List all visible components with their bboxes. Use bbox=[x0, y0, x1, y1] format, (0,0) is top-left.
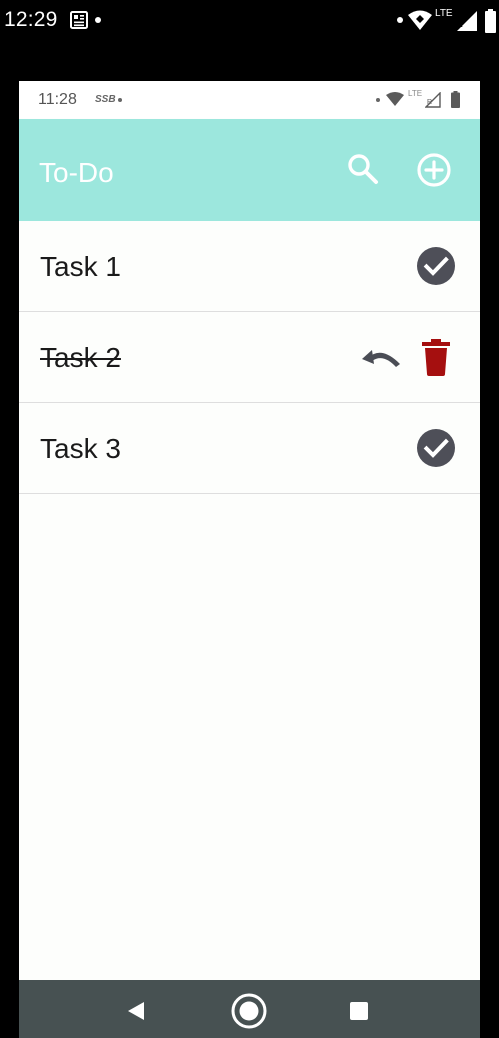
app-battery-icon bbox=[451, 91, 460, 108]
app-status-dot-icon bbox=[118, 98, 122, 102]
app-screen: 11:28 SSB LTE R To-Do Task 1 Task 2 Task… bbox=[19, 81, 480, 1010]
notification-news-icon bbox=[70, 11, 88, 29]
app-roaming-label: R bbox=[427, 99, 433, 106]
app-lte-label: LTE bbox=[408, 89, 423, 98]
complete-task-button[interactable] bbox=[416, 246, 456, 286]
lte-label: LTE bbox=[435, 8, 453, 19]
task-row[interactable]: Task 3 bbox=[19, 403, 480, 494]
undo-task-button[interactable] bbox=[359, 339, 403, 375]
search-button[interactable] bbox=[343, 149, 383, 189]
search-icon bbox=[348, 154, 378, 184]
wifi-icon bbox=[408, 10, 432, 30]
home-button[interactable] bbox=[230, 992, 268, 1030]
add-task-button[interactable] bbox=[414, 150, 454, 190]
status-dot-icon bbox=[397, 17, 403, 23]
app-status-dot-icon bbox=[376, 98, 380, 102]
app-status-clock: 11:28 bbox=[38, 91, 77, 108]
task-row[interactable]: Task 1 bbox=[19, 221, 480, 312]
delete-task-button[interactable] bbox=[421, 336, 451, 376]
battery-icon bbox=[485, 9, 496, 33]
trash-icon bbox=[422, 339, 450, 376]
app-toolbar: To-Do bbox=[19, 119, 480, 221]
check-circle-icon bbox=[417, 247, 455, 285]
task-row[interactable]: Task 2 bbox=[19, 312, 480, 403]
back-triangle-icon bbox=[128, 1002, 144, 1020]
undo-icon bbox=[362, 350, 400, 367]
task-label: Task 3 bbox=[40, 433, 121, 464]
add-circle-icon bbox=[417, 153, 451, 187]
complete-task-button[interactable] bbox=[416, 428, 456, 468]
roaming-label: R bbox=[457, 20, 463, 29]
task-label: Task 2 bbox=[40, 342, 121, 373]
back-button[interactable] bbox=[124, 999, 148, 1023]
task-label: Task 1 bbox=[40, 251, 121, 282]
system-navigation-bar bbox=[19, 980, 480, 1038]
ssb-label: SSB bbox=[95, 94, 116, 105]
device-status-bar: 12:29 LTE R bbox=[0, 0, 499, 42]
recents-button[interactable] bbox=[349, 1001, 369, 1021]
app-status-bar: 11:28 SSB LTE R bbox=[19, 81, 480, 119]
recents-square-icon bbox=[350, 1002, 368, 1020]
device-clock: 12:29 bbox=[4, 8, 58, 31]
check-circle-icon bbox=[417, 429, 455, 467]
app-wifi-icon bbox=[386, 92, 404, 106]
task-list: Task 1 Task 2 Task 3 bbox=[19, 221, 480, 494]
app-title: To-Do bbox=[39, 157, 114, 188]
notification-dot-icon bbox=[95, 17, 101, 23]
home-circle-icon bbox=[231, 993, 267, 1029]
